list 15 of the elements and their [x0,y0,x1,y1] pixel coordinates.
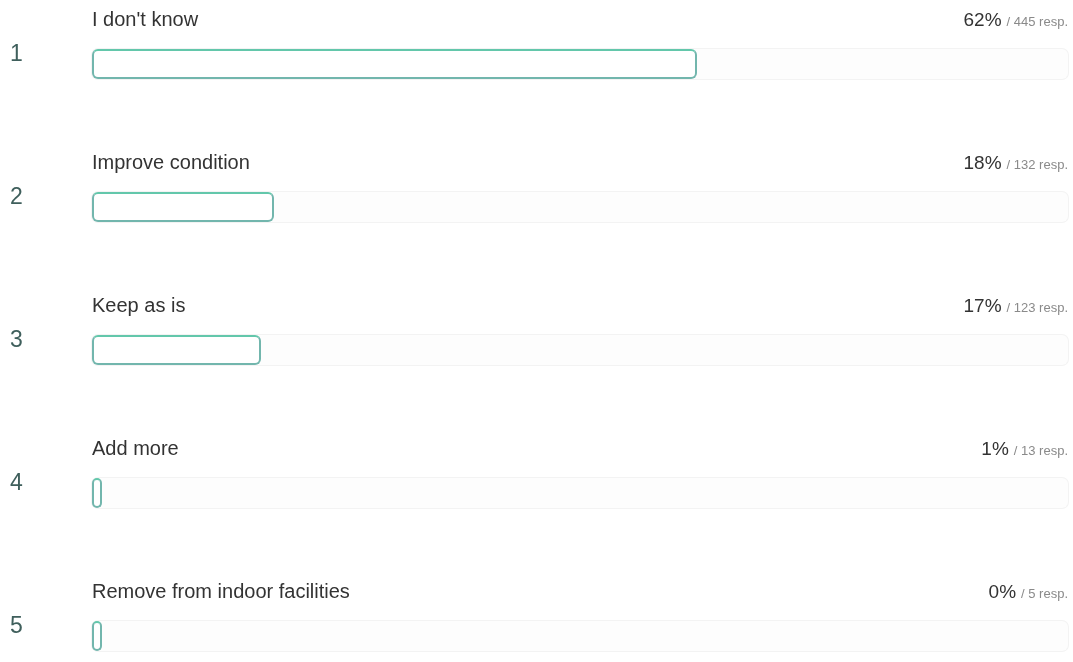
answer-stat: 17% / 123 resp. [963,295,1068,317]
answer-label: I don't know [92,8,199,31]
answer-number: 1 [10,39,23,67]
answer-label: Improve condition [92,151,250,174]
answer-label: Remove from indoor facilities [92,580,350,603]
answer-number: 2 [10,182,23,210]
answer-number: 3 [10,325,23,353]
answer-stat: 18% / 132 resp. [963,152,1068,174]
answer-number: 4 [10,468,23,496]
answer-label: Add more [92,437,179,460]
answer-stat: 1% / 13 resp. [981,438,1068,460]
answer-label: Keep as is [92,294,186,317]
answer-stat: 0% / 5 resp. [988,581,1068,603]
answer-stat: 62% / 445 resp. [963,9,1068,31]
answer-number: 5 [10,611,23,639]
